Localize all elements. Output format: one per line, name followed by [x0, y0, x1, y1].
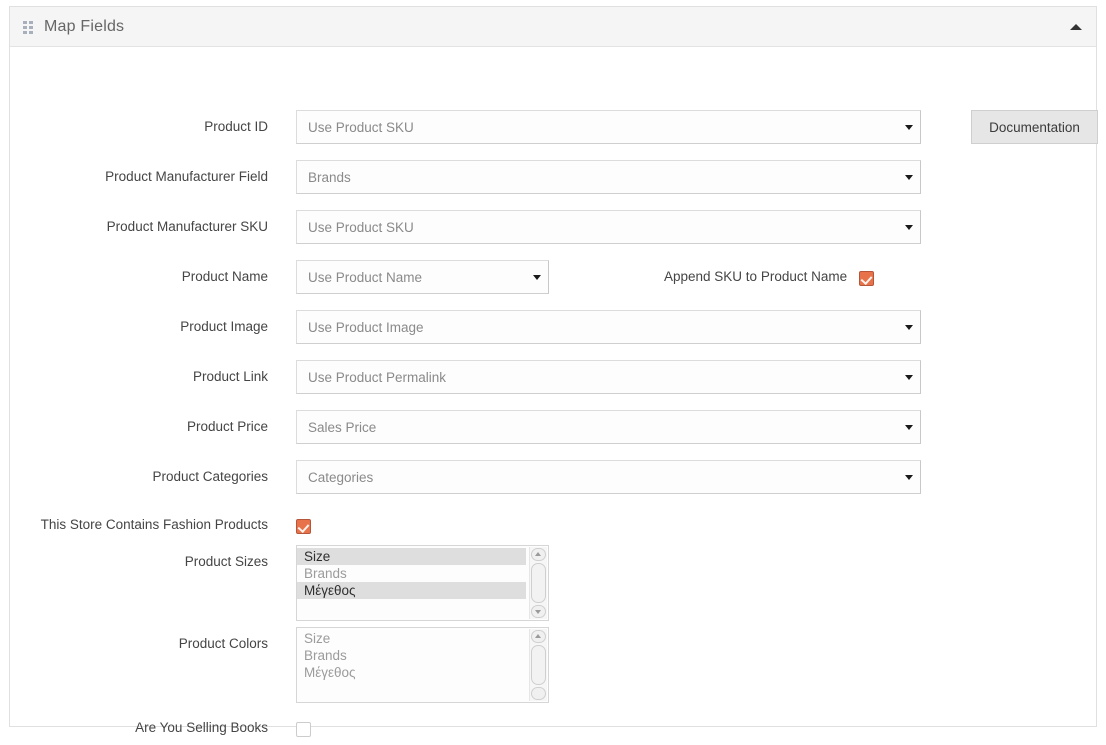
field-row-product-colors: Product Colors Size Brands Μέγεθος: [10, 627, 1096, 703]
list-item[interactable]: Brands: [297, 565, 526, 582]
label-product-manufacturer-sku: Product Manufacturer SKU: [106, 219, 268, 234]
field-row-product-image: Product Image Use Product Image: [10, 310, 1096, 344]
select-product-categories[interactable]: Categories: [296, 460, 921, 494]
field-row-product-link: Product Link Use Product Permalink: [10, 360, 1096, 394]
checkbox-append-sku[interactable]: [859, 271, 874, 287]
listbox-product-sizes[interactable]: Size Brands Μέγεθος: [296, 545, 549, 621]
label-product-link: Product Link: [192, 369, 268, 384]
label-fashion-products: This Store Contains Fashion Products: [40, 517, 268, 532]
field-row-product-manufacturer-sku: Product Manufacturer SKU Use Product SKU: [10, 210, 1096, 244]
label-selling-books: Are You Selling Books: [135, 720, 268, 735]
label-product-manufacturer-field: Product Manufacturer Field: [105, 169, 268, 184]
scroll-up-icon[interactable]: [531, 548, 546, 561]
field-row-selling-books: Are You Selling Books: [10, 711, 1096, 745]
grip-dots-icon[interactable]: [23, 21, 35, 34]
field-row-product-manufacturer-field: Product Manufacturer Field Brands: [10, 160, 1096, 194]
select-wrap-product-name: Use Product Name: [296, 260, 549, 294]
label-append-sku: Append SKU to Product Name: [664, 269, 848, 284]
checkbox-fashion-products[interactable]: [296, 519, 311, 535]
page-title: Map Fields: [44, 18, 125, 35]
field-row-fashion-products: This Store Contains Fashion Products: [10, 508, 1096, 542]
field-wrap-product-link: Use Product Permalink: [296, 360, 921, 394]
listbox-wrap-product-colors: Size Brands Μέγεθος: [296, 627, 549, 703]
scrollbar-thumb[interactable]: [531, 645, 546, 685]
select-wrap-product-id: Use Product SKU: [296, 110, 921, 144]
scroll-up-icon[interactable]: [531, 630, 546, 643]
select-product-manufacturer-sku[interactable]: Use Product SKU: [296, 210, 921, 244]
select-product-name[interactable]: Use Product Name: [296, 260, 549, 294]
field-wrap-product-manufacturer-sku: Use Product SKU: [296, 210, 921, 244]
field-row-product-name: Product Name Use Product Name Append SKU…: [10, 260, 1096, 294]
select-product-manufacturer-field[interactable]: Brands: [296, 160, 921, 194]
checkbox-selling-books[interactable]: [296, 722, 311, 738]
scrollbar-thumb[interactable]: [531, 563, 546, 603]
panel-header[interactable]: Map Fields: [10, 7, 1096, 47]
field-row-product-categories: Product Categories Categories: [10, 460, 1096, 494]
list-item[interactable]: Μέγεθος: [297, 664, 526, 681]
label-product-categories: Product Categories: [152, 469, 268, 484]
map-fields-panel: Map Fields Documentation Product ID Use …: [9, 6, 1098, 738]
select-product-id[interactable]: Use Product SKU: [296, 110, 921, 144]
select-wrap-product-link: Use Product Permalink: [296, 360, 921, 394]
chevron-up-icon[interactable]: [1070, 24, 1082, 30]
list-item[interactable]: Μέγεθος: [297, 582, 526, 599]
field-wrap-product-manufacturer-field: Brands: [296, 160, 921, 194]
select-wrap-product-image: Use Product Image: [296, 310, 921, 344]
field-wrap-product-image: Use Product Image: [296, 310, 921, 344]
list-item[interactable]: Size: [297, 548, 526, 565]
listbox-scrollbar[interactable]: [529, 629, 547, 701]
select-wrap-product-manufacturer-sku: Use Product SKU: [296, 210, 921, 244]
label-product-colors: Product Colors: [178, 636, 268, 651]
label-product-image: Product Image: [180, 319, 268, 334]
select-wrap-product-categories: Categories: [296, 460, 921, 494]
field-wrap-product-price: Sales Price: [296, 410, 921, 444]
scroll-down-icon[interactable]: [531, 605, 546, 618]
select-product-link[interactable]: Use Product Permalink: [296, 360, 921, 394]
field-wrap-product-categories: Categories: [296, 460, 921, 494]
field-wrap-product-id: Use Product SKU: [296, 110, 921, 144]
checkbox-fashion-products-wrap: [296, 518, 311, 536]
label-product-id: Product ID: [204, 119, 268, 134]
select-product-image[interactable]: Use Product Image: [296, 310, 921, 344]
listbox-scrollbar[interactable]: [529, 547, 547, 619]
field-row-product-id: Product ID Use Product SKU: [10, 110, 1096, 144]
panel-body: Documentation Product ID Use Product SKU…: [10, 47, 1098, 738]
field-wrap-product-name: Use Product Name: [296, 260, 549, 294]
list-item[interactable]: Brands: [297, 647, 526, 664]
field-row-product-price: Product Price Sales Price: [10, 410, 1096, 444]
listbox-product-colors[interactable]: Size Brands Μέγεθος: [296, 627, 549, 703]
select-product-price[interactable]: Sales Price: [296, 410, 921, 444]
label-product-name: Product Name: [181, 269, 268, 284]
listbox-wrap-product-sizes: Size Brands Μέγεθος: [296, 545, 549, 621]
select-wrap-product-manufacturer-field: Brands: [296, 160, 921, 194]
checkbox-append-sku-wrap: [859, 270, 874, 288]
label-product-price: Product Price: [186, 419, 268, 434]
select-wrap-product-price: Sales Price: [296, 410, 921, 444]
scroll-down-icon[interactable]: [531, 687, 546, 700]
field-row-product-sizes: Product Sizes Size Brands Μέγεθος: [10, 545, 1096, 621]
label-product-sizes: Product Sizes: [184, 554, 268, 569]
checkbox-selling-books-wrap: [296, 721, 311, 739]
list-item[interactable]: Size: [297, 630, 526, 647]
